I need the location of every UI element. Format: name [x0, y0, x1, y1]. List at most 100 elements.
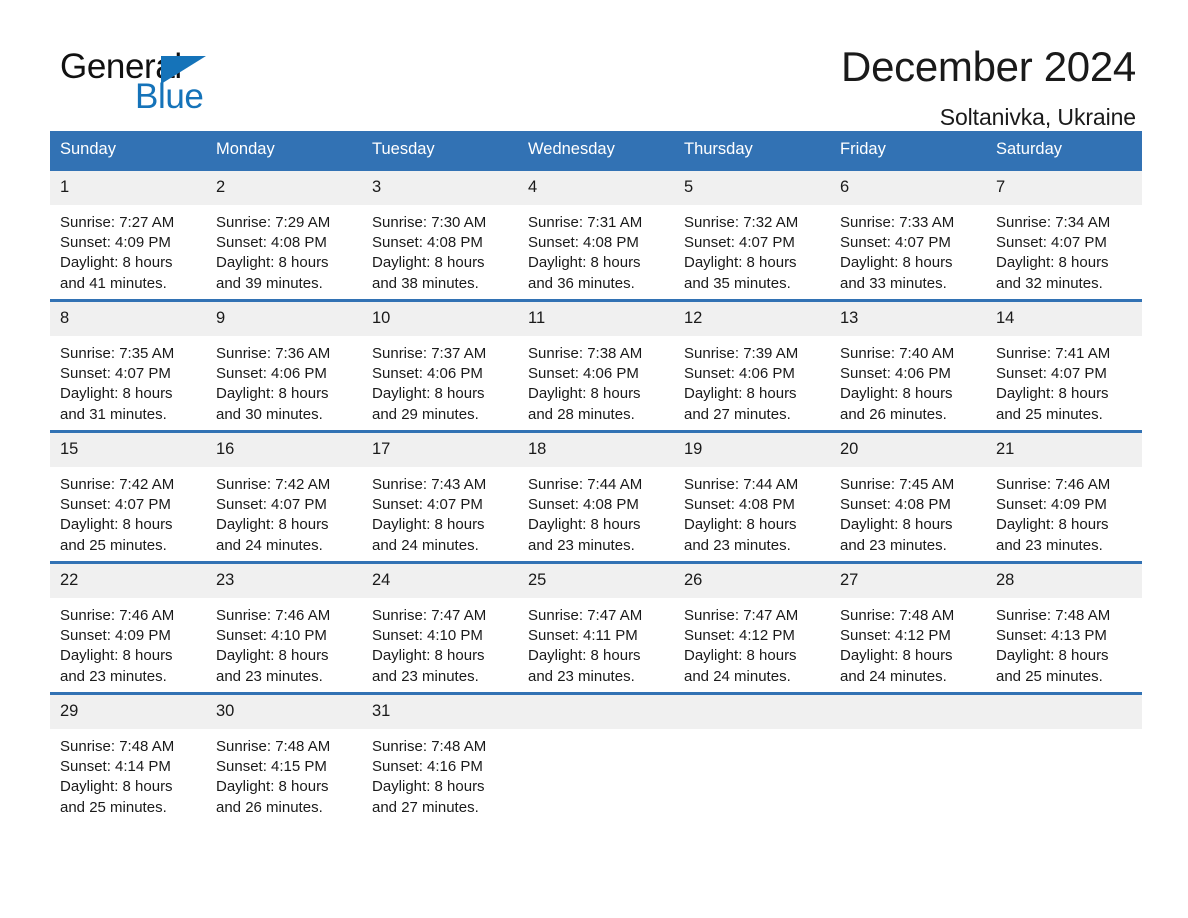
calendar-day-cell[interactable]: 21 Sunrise: 7:46 AM Sunset: 4:09 PM Dayligh…: [986, 430, 1142, 563]
daylight-text-line1: Daylight: 8 hours: [840, 254, 953, 272]
day-number: 23: [206, 564, 362, 598]
day-number: 24: [362, 564, 518, 598]
sunset-text: Sunset: 4:09 PM: [60, 234, 171, 252]
calendar-week-row: 29 Sunrise: 7:48 AM Sunset: 4:14 PM Dayligh…: [50, 692, 1142, 825]
sunrise-text: Sunrise: 7:44 AM: [684, 476, 799, 493]
weekday-header-friday: Friday: [830, 131, 986, 170]
calendar-day-cell[interactable]: 17 Sunrise: 7:43 AM Sunset: 4:07 PM Dayligh…: [362, 430, 518, 563]
day-number: 15: [50, 433, 206, 467]
day-details: Sunrise: 7:39 AM Sunset: 4:06 PM Daylight:…: [674, 336, 830, 425]
calendar-day-cell[interactable]: 10 Sunrise: 7:37 AM Sunset: 4:06 PM Dayligh…: [362, 299, 518, 432]
sunrise-text: Sunrise: 7:46 AM: [60, 607, 175, 624]
calendar-day-cell[interactable]: 4 Sunrise: 7:31 AM Sunset: 4:08 PM Daylight…: [518, 168, 674, 301]
calendar-day-cell[interactable]: 3 Sunrise: 7:30 AM Sunset: 4:08 PM Daylight…: [362, 168, 518, 301]
calendar-day-cell[interactable]: 29 Sunrise: 7:48 AM Sunset: 4:14 PM Dayligh…: [50, 692, 206, 825]
calendar-day-cell[interactable]: 24 Sunrise: 7:47 AM Sunset: 4:10 PM Dayligh…: [362, 561, 518, 694]
day-number: 27: [830, 564, 986, 598]
day-details: Sunrise: 7:36 AM Sunset: 4:06 PM Daylight:…: [206, 336, 362, 425]
day-details: Sunrise: 7:30 AM Sunset: 4:08 PM Daylight:…: [362, 205, 518, 294]
calendar-day-cell[interactable]: 30 Sunrise: 7:48 AM Sunset: 4:15 PM Dayligh…: [206, 692, 362, 825]
day-details: Sunrise: 7:48 AM Sunset: 4:14 PM Daylight:…: [50, 729, 206, 818]
daylight-text-line1: Daylight: 8 hours: [60, 516, 173, 534]
sunset-text: Sunset: 4:11 PM: [528, 627, 638, 645]
calendar-day-cell[interactable]: 19 Sunrise: 7:44 AM Sunset: 4:08 PM Dayligh…: [674, 430, 830, 563]
calendar-day-cell[interactable]: 22 Sunrise: 7:46 AM Sunset: 4:09 PM Dayligh…: [50, 561, 206, 694]
calendar-day-cell[interactable]: 7 Sunrise: 7:34 AM Sunset: 4:07 PM Daylight…: [986, 168, 1142, 301]
daylight-text-line2: and 23 minutes.: [528, 536, 635, 554]
general-blue-logo[interactable]: General Blue: [60, 48, 360, 116]
day-details: Sunrise: 7:42 AM Sunset: 4:07 PM Daylight:…: [50, 467, 206, 556]
daylight-text-line2: and 26 minutes.: [840, 405, 947, 423]
daylight-text-line2: and 23 minutes.: [60, 667, 167, 685]
sunrise-text: Sunrise: 7:47 AM: [684, 607, 799, 624]
calendar-day-cell[interactable]: 28 Sunrise: 7:48 AM Sunset: 4:13 PM Dayligh…: [986, 561, 1142, 694]
calendar-day-cell[interactable]: 16 Sunrise: 7:42 AM Sunset: 4:07 PM Dayligh…: [206, 430, 362, 563]
sunrise-text: Sunrise: 7:48 AM: [216, 738, 331, 755]
day-details: Sunrise: 7:32 AM Sunset: 4:07 PM Daylight:…: [674, 205, 830, 294]
calendar-empty-cell: [986, 692, 1142, 825]
sunset-text: Sunset: 4:06 PM: [372, 365, 483, 383]
calendar-week-row: 22 Sunrise: 7:46 AM Sunset: 4:09 PM Dayligh…: [50, 561, 1142, 694]
calendar-day-cell[interactable]: 15 Sunrise: 7:42 AM Sunset: 4:07 PM Dayligh…: [50, 430, 206, 563]
sunset-text: Sunset: 4:08 PM: [216, 234, 327, 252]
calendar-day-cell[interactable]: 5 Sunrise: 7:32 AM Sunset: 4:07 PM Daylight…: [674, 168, 830, 301]
daylight-text-line1: Daylight: 8 hours: [60, 647, 173, 665]
day-number: 1: [50, 171, 206, 205]
daylight-text-line2: and 24 minutes.: [372, 536, 479, 554]
sunset-text: Sunset: 4:14 PM: [60, 758, 171, 776]
calendar-day-cell[interactable]: 26 Sunrise: 7:47 AM Sunset: 4:12 PM Dayligh…: [674, 561, 830, 694]
day-number: 2: [206, 171, 362, 205]
day-number: 21: [986, 433, 1142, 467]
day-number: 29: [50, 695, 206, 729]
day-number: 26: [674, 564, 830, 598]
sunset-text: Sunset: 4:07 PM: [684, 234, 795, 252]
calendar-day-cell[interactable]: 31 Sunrise: 7:48 AM Sunset: 4:16 PM Dayligh…: [362, 692, 518, 825]
weekday-header-tuesday: Tuesday: [362, 131, 518, 170]
calendar-day-cell[interactable]: 9 Sunrise: 7:36 AM Sunset: 4:06 PM Daylight…: [206, 299, 362, 432]
calendar-day-cell[interactable]: 6 Sunrise: 7:33 AM Sunset: 4:07 PM Daylight…: [830, 168, 986, 301]
calendar-empty-cell: [830, 692, 986, 825]
day-number: 4: [518, 171, 674, 205]
daylight-text-line1: Daylight: 8 hours: [60, 778, 173, 796]
sunrise-text: Sunrise: 7:48 AM: [840, 607, 955, 624]
daylight-text-line1: Daylight: 8 hours: [684, 516, 797, 534]
sunset-text: Sunset: 4:13 PM: [996, 627, 1107, 645]
calendar-table: Sunday Monday Tuesday Wednesday Thursday…: [50, 131, 1142, 825]
sunset-text: Sunset: 4:07 PM: [996, 365, 1107, 383]
calendar-day-cell[interactable]: 8 Sunrise: 7:35 AM Sunset: 4:07 PM Daylight…: [50, 299, 206, 432]
day-details: Sunrise: 7:38 AM Sunset: 4:06 PM Daylight:…: [518, 336, 674, 425]
daylight-text-line1: Daylight: 8 hours: [996, 647, 1109, 665]
logo-text-blue: Blue: [135, 77, 204, 116]
day-details: Sunrise: 7:42 AM Sunset: 4:07 PM Daylight:…: [206, 467, 362, 556]
calendar-day-cell[interactable]: 18 Sunrise: 7:44 AM Sunset: 4:08 PM Dayligh…: [518, 430, 674, 563]
weekday-header-saturday: Saturday: [986, 131, 1142, 170]
calendar-day-cell[interactable]: 11 Sunrise: 7:38 AM Sunset: 4:06 PM Dayligh…: [518, 299, 674, 432]
daylight-text-line1: Daylight: 8 hours: [372, 254, 485, 272]
sunrise-text: Sunrise: 7:47 AM: [372, 607, 487, 624]
calendar-day-cell[interactable]: 23 Sunrise: 7:46 AM Sunset: 4:10 PM Dayligh…: [206, 561, 362, 694]
calendar-day-cell[interactable]: 12 Sunrise: 7:39 AM Sunset: 4:06 PM Dayligh…: [674, 299, 830, 432]
calendar-day-cell[interactable]: 27 Sunrise: 7:48 AM Sunset: 4:12 PM Dayligh…: [830, 561, 986, 694]
sunset-text: Sunset: 4:10 PM: [216, 627, 327, 645]
calendar-day-cell[interactable]: 1 Sunrise: 7:27 AM Sunset: 4:09 PM Daylight…: [50, 168, 206, 301]
day-details: Sunrise: 7:48 AM Sunset: 4:16 PM Daylight:…: [362, 729, 518, 818]
day-details: Sunrise: 7:33 AM Sunset: 4:07 PM Daylight:…: [830, 205, 986, 294]
daylight-text-line2: and 25 minutes.: [996, 405, 1103, 423]
calendar-day-cell[interactable]: 20 Sunrise: 7:45 AM Sunset: 4:08 PM Dayligh…: [830, 430, 986, 563]
calendar-day-cell[interactable]: 13 Sunrise: 7:40 AM Sunset: 4:06 PM Dayligh…: [830, 299, 986, 432]
calendar-day-cell[interactable]: 14 Sunrise: 7:41 AM Sunset: 4:07 PM Dayligh…: [986, 299, 1142, 432]
calendar-day-cell[interactable]: 2 Sunrise: 7:29 AM Sunset: 4:08 PM Daylight…: [206, 168, 362, 301]
sunset-text: Sunset: 4:15 PM: [216, 758, 327, 776]
calendar-day-cell[interactable]: 25 Sunrise: 7:47 AM Sunset: 4:11 PM Dayligh…: [518, 561, 674, 694]
daylight-text-line2: and 31 minutes.: [60, 405, 167, 423]
sunrise-text: Sunrise: 7:38 AM: [528, 345, 643, 362]
daylight-text-line2: and 29 minutes.: [372, 405, 479, 423]
daylight-text-line2: and 39 minutes.: [216, 274, 323, 292]
sunrise-text: Sunrise: 7:35 AM: [60, 345, 175, 362]
sunset-text: Sunset: 4:12 PM: [840, 627, 951, 645]
daylight-text-line2: and 24 minutes.: [684, 667, 791, 685]
day-details: Sunrise: 7:35 AM Sunset: 4:07 PM Daylight:…: [50, 336, 206, 425]
day-details: Sunrise: 7:46 AM Sunset: 4:10 PM Daylight:…: [206, 598, 362, 687]
calendar-body: 1 Sunrise: 7:27 AM Sunset: 4:09 PM Daylight…: [50, 168, 1142, 825]
sunrise-text: Sunrise: 7:37 AM: [372, 345, 487, 362]
